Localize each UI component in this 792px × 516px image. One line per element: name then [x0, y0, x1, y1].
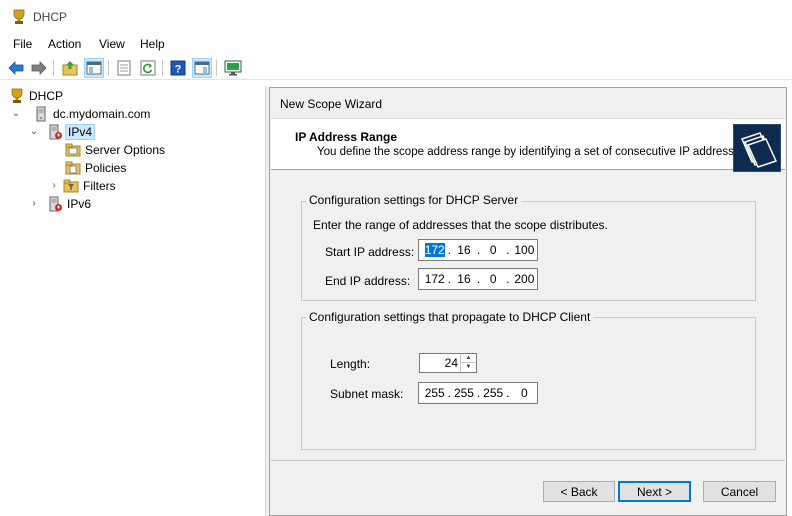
end-ip-octet-1[interactable]: 172	[424, 272, 445, 286]
window-title: DHCP	[33, 10, 68, 24]
spin-up-arrow-icon[interactable]: ▲	[461, 354, 476, 363]
start-ip-field[interactable]: 172 . 16 . 0 . 100	[418, 239, 538, 261]
view-button[interactable]	[192, 58, 212, 78]
up-folder-icon	[62, 61, 78, 76]
end-ip-label: End IP address:	[325, 274, 411, 288]
start-ip-octet-4[interactable]: 100	[512, 243, 537, 257]
menu-help[interactable]: Help	[140, 37, 165, 51]
server-config-legend: Configuration settings for DHCP Server	[306, 193, 522, 207]
show-hide-tree-button[interactable]	[84, 58, 104, 78]
toolbar-separator	[53, 60, 54, 76]
start-ip-octet-1[interactable]: 172	[424, 243, 445, 257]
footer-separator	[271, 460, 785, 461]
monitor-button[interactable]	[223, 58, 243, 78]
end-ip-octet-2[interactable]: 16	[453, 272, 474, 286]
console-tree: DHCP ⌄ dc.mydomain.com ⌄ IPv4 Server Opt…	[5, 86, 265, 516]
properties-icon	[117, 60, 131, 76]
length-spinner-buttons: ▲ ▼	[460, 354, 476, 372]
up-folder-button[interactable]	[60, 58, 80, 78]
wizard-heading: IP Address Range	[295, 130, 398, 144]
menu-bar: File Action View Help	[0, 34, 792, 56]
refresh-button[interactable]	[138, 58, 158, 78]
end-ip-octet-3[interactable]: 0	[482, 272, 503, 286]
wizard-header: IP Address Range You define the scope ad…	[271, 118, 785, 172]
refresh-icon	[140, 60, 156, 76]
spin-down-arrow-icon[interactable]: ▼	[461, 363, 476, 372]
wizard-title: New Scope Wizard	[280, 97, 383, 111]
tree-item-ipv6[interactable]: › IPv6	[29, 195, 91, 213]
chevron-right-icon[interactable]: ›	[29, 199, 39, 209]
help-button[interactable]: ?	[168, 58, 188, 78]
help-icon: ?	[170, 60, 186, 76]
toolbar-separator	[162, 60, 163, 76]
ipv6-server-icon	[49, 196, 62, 212]
toolbar: ?	[0, 56, 792, 80]
tree-label-ipv6: IPv6	[67, 197, 92, 211]
dhcp-trophy-icon	[11, 88, 23, 103]
policies-folder-icon	[65, 161, 81, 175]
wizard-subheading: You define the scope address range by id…	[317, 146, 750, 158]
new-scope-wizard-dialog: New Scope Wizard IP Address Range You de…	[269, 87, 787, 516]
tree-label-server: dc.mydomain.com	[53, 107, 151, 121]
ipv4-server-icon	[49, 124, 62, 140]
range-instruction: Enter the range of addresses that the sc…	[313, 218, 608, 232]
options-folder-icon	[65, 143, 81, 157]
toolbar-separator	[216, 60, 217, 76]
monitor-icon	[224, 60, 242, 76]
subnet-mask-field[interactable]: 255 . 255 . 255 . 0	[418, 382, 538, 404]
next-button[interactable]: Next >	[618, 481, 691, 502]
tree-item-filters[interactable]: › Filters	[49, 177, 116, 195]
start-ip-octet-2[interactable]: 16	[453, 243, 474, 257]
title-bar: DHCP	[0, 0, 792, 34]
menu-action[interactable]: Action	[48, 37, 81, 51]
back-icon	[8, 61, 24, 75]
menu-file[interactable]: File	[13, 37, 32, 51]
cancel-button[interactable]: Cancel	[703, 481, 776, 502]
start-ip-label: Start IP address:	[325, 245, 415, 259]
forward-icon	[31, 61, 47, 75]
length-label: Length:	[330, 357, 371, 371]
view-icon	[194, 61, 210, 75]
chevron-right-icon[interactable]: ›	[49, 181, 59, 191]
tree-label-filters: Filters	[83, 179, 116, 193]
end-ip-field[interactable]: 172 . 16 . 0 . 200	[418, 268, 538, 290]
subnet-octet-3[interactable]: 255	[482, 386, 503, 400]
tree-label-policies: Policies	[85, 161, 127, 175]
tree-label-ipv4: IPv4	[65, 124, 96, 140]
subnet-octet-2[interactable]: 255	[453, 386, 474, 400]
subnet-octet-1[interactable]: 255	[424, 386, 445, 400]
tree-item-policies[interactable]: Policies	[65, 159, 126, 177]
subnet-mask-label: Subnet mask:	[330, 387, 404, 401]
filters-folder-icon	[63, 179, 79, 193]
subnet-octet-4[interactable]: 0	[512, 386, 537, 400]
forward-button[interactable]	[29, 58, 49, 78]
back-button[interactable]: < Back	[543, 481, 615, 502]
tree-item-server-options[interactable]: Server Options	[65, 141, 165, 159]
tree-item-dhcp[interactable]: DHCP	[9, 87, 63, 105]
chevron-down-icon[interactable]: ⌄	[29, 127, 39, 137]
back-button[interactable]	[6, 58, 26, 78]
chevron-down-icon[interactable]: ⌄	[11, 109, 21, 119]
menu-view[interactable]: View	[99, 37, 125, 51]
end-ip-octet-4[interactable]: 200	[512, 272, 537, 286]
wizard-folders-icon	[733, 124, 781, 172]
toolbar-separator	[108, 60, 109, 76]
dhcp-app-icon	[13, 9, 25, 24]
start-ip-octet-3[interactable]: 0	[482, 243, 503, 257]
svg-text:?: ?	[175, 64, 182, 76]
length-spinner[interactable]: 24 ▲ ▼	[419, 353, 477, 373]
length-value[interactable]: 24	[445, 356, 458, 370]
tree-item-server[interactable]: ⌄ dc.mydomain.com	[11, 105, 150, 123]
client-config-legend: Configuration settings that propagate to…	[306, 310, 594, 324]
tree-item-ipv4[interactable]: ⌄ IPv4	[29, 123, 96, 141]
server-icon	[36, 106, 46, 122]
properties-button[interactable]	[114, 58, 134, 78]
tree-label-dhcp: DHCP	[29, 89, 64, 103]
show-hide-tree-icon	[86, 61, 102, 75]
tree-label-server-options: Server Options	[85, 143, 166, 157]
